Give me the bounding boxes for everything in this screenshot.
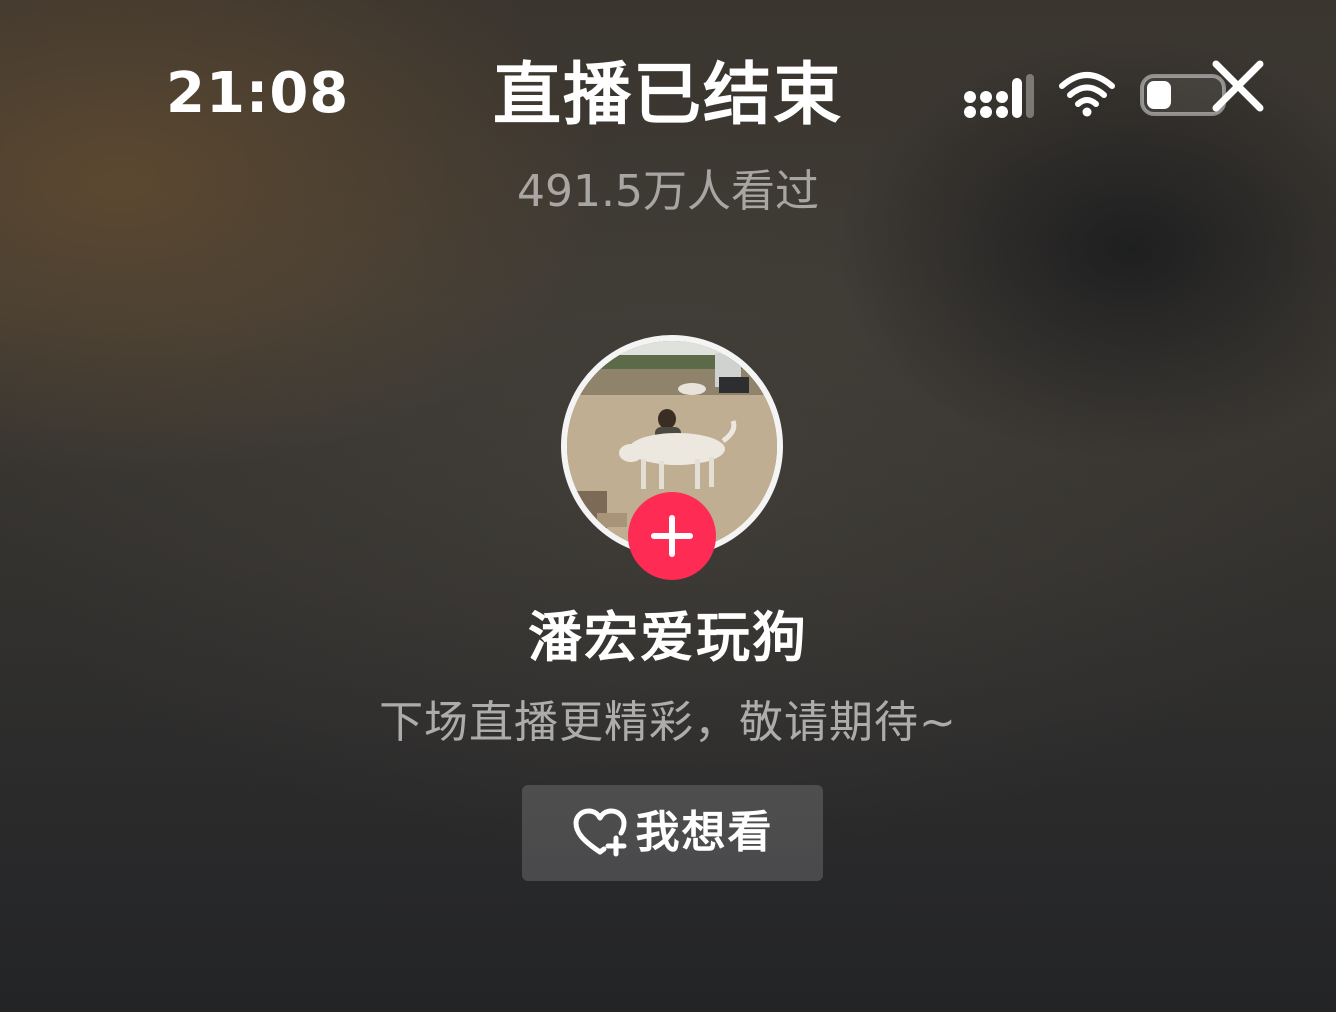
- viewer-count: 491.5万人看过: [517, 166, 819, 217]
- live-ended-title: 直播已结束: [492, 56, 843, 135]
- want-to-watch-label: 我想看: [635, 807, 774, 858]
- follow-button[interactable]: [628, 492, 716, 580]
- want-to-watch-button[interactable]: 我想看: [522, 785, 823, 881]
- plus-icon: [651, 515, 693, 557]
- next-live-message: 下场直播更精彩，敬请期待~: [379, 697, 957, 748]
- streamer-name[interactable]: 潘宏爱玩狗: [0, 604, 1336, 672]
- heart-plus-icon: [573, 808, 626, 857]
